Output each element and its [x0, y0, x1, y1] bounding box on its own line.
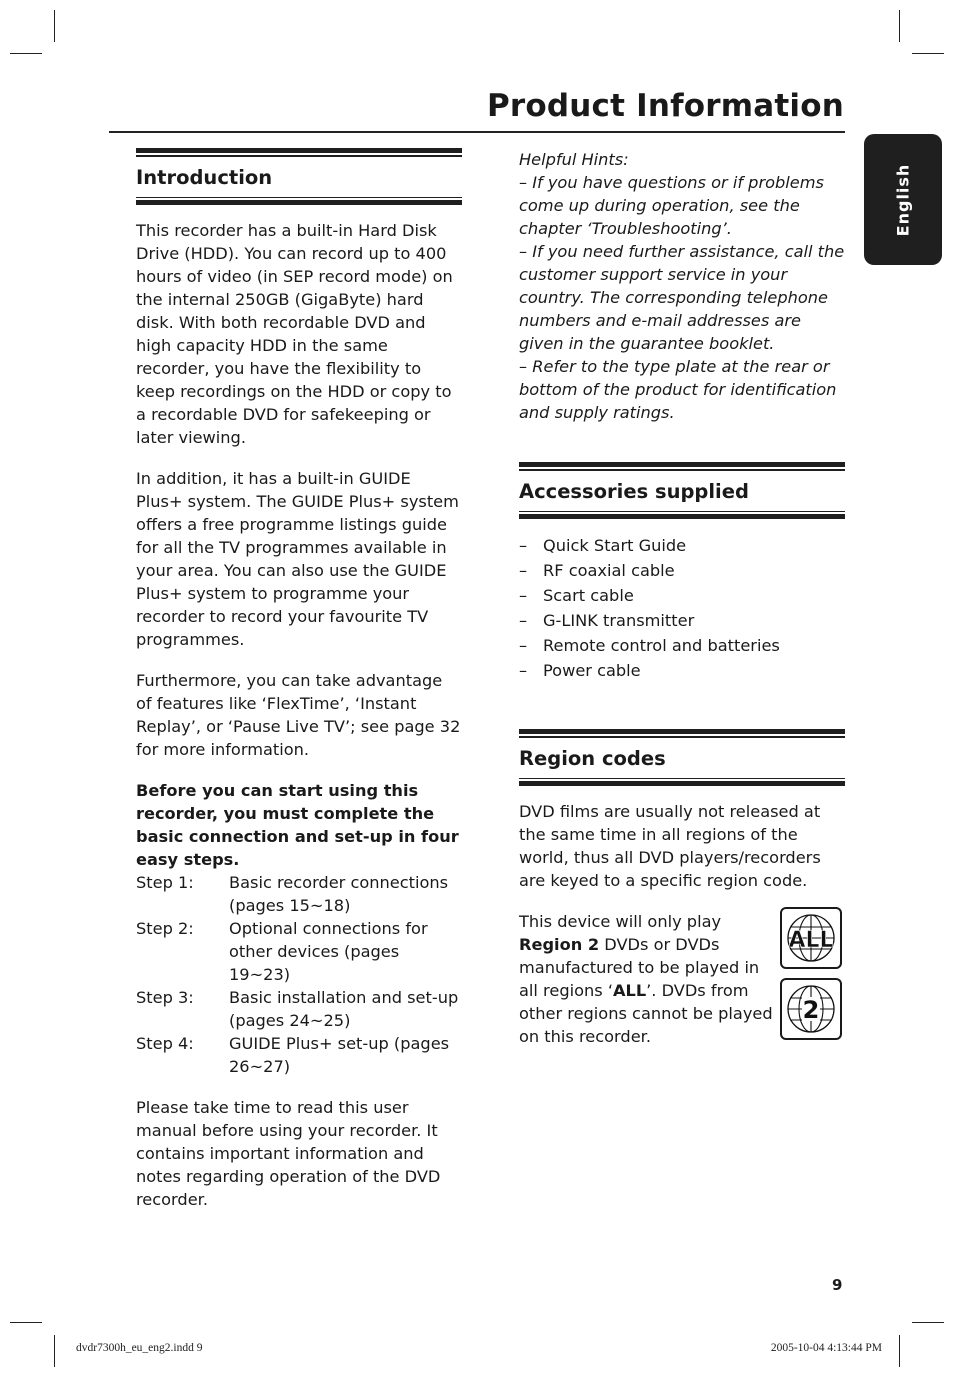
- heading-rule: [519, 510, 845, 512]
- right-column: Helpful Hints: – If you have questions o…: [519, 148, 845, 1048]
- heading-rule: [136, 200, 462, 205]
- hints-title: Helpful Hints:: [519, 150, 629, 169]
- dash: –: [519, 536, 528, 555]
- region-all-icon: ALL: [780, 907, 842, 969]
- accessory-item: – Power cable: [519, 658, 845, 683]
- page-title: Product Information: [486, 88, 844, 124]
- step-text: Optional connections for other devices (…: [229, 919, 428, 984]
- accessories-heading: Accessories supplied: [519, 479, 749, 503]
- crop-mark: [54, 1335, 55, 1367]
- step-label: Step 4:: [136, 1034, 194, 1053]
- step-label: Step 2:: [136, 919, 194, 938]
- setup-notice: Before you can start using this recorder…: [136, 781, 459, 869]
- hint-item: – Refer to the type plate at the rear or…: [519, 357, 837, 422]
- hint-item: – If you have questions or if problems c…: [519, 173, 824, 238]
- region-text: This device will only play Region 2 DVDs…: [519, 910, 774, 1048]
- accessories-list: – Quick Start Guide – RF coaxial cable – Sc…: [519, 533, 845, 683]
- step-item: Step 2: Optional connections for other d…: [136, 917, 462, 986]
- step-text: Basic recorder connections (pages 15~18): [229, 873, 449, 915]
- heading-rule: [519, 514, 845, 519]
- slug-filename: dvdr7300h_eu_eng2.indd 9: [76, 1342, 203, 1354]
- dash: –: [519, 561, 528, 580]
- accessory-label: Scart cable: [543, 586, 634, 605]
- accessory-label: G-LINK transmitter: [543, 611, 695, 630]
- accessory-label: RF coaxial cable: [543, 561, 675, 580]
- accessory-item: – Scart cable: [519, 583, 845, 608]
- crop-mark: [10, 1322, 42, 1323]
- language-tab: English: [864, 134, 942, 265]
- accessories-heading-block: Accessories supplied: [519, 462, 845, 519]
- step-item: Step 4: GUIDE Plus+ set-up (pages 26~27): [136, 1032, 462, 1078]
- step-label: Step 3:: [136, 988, 194, 1007]
- closing-paragraph: Please take time to read this user manua…: [136, 1098, 441, 1209]
- left-column: Introduction This recorder has a built-i…: [136, 148, 462, 1229]
- step-item: Step 1: Basic recorder connections (page…: [136, 871, 462, 917]
- region-info: This device will only play Region 2 DVDs…: [519, 907, 845, 1048]
- heading-rule: [136, 196, 462, 198]
- title-rule: [109, 131, 845, 133]
- crop-mark: [10, 53, 42, 54]
- region-all-emphasis: ALL: [612, 981, 647, 1000]
- region-intro: DVD films are usually not released at th…: [519, 802, 821, 890]
- dash: –: [519, 636, 528, 655]
- heading-rule: [519, 729, 845, 734]
- accessory-label: Power cable: [543, 661, 641, 680]
- introduction-heading-block: Introduction: [136, 148, 462, 205]
- step-text: Basic installation and set-up (pages 24~…: [229, 988, 459, 1030]
- accessory-item: – Remote control and batteries: [519, 633, 845, 658]
- heading-rule: [519, 781, 845, 786]
- region-text-part: This device will only play: [519, 912, 722, 931]
- crop-mark: [54, 10, 55, 42]
- setup-steps: Step 1: Basic recorder connections (page…: [136, 871, 462, 1078]
- region-heading-block: Region codes: [519, 729, 845, 786]
- crop-mark: [899, 1335, 900, 1367]
- dash: –: [519, 611, 528, 630]
- heading-rule: [136, 148, 462, 153]
- page-number: 9: [832, 1276, 843, 1294]
- slug-timestamp: 2005-10-04 4:13:44 PM: [770, 1342, 882, 1354]
- region-2-label: 2: [803, 996, 820, 1024]
- crop-mark: [912, 53, 944, 54]
- region-2-icon: 2: [780, 978, 842, 1040]
- language-tab-label: English: [893, 163, 913, 236]
- accessory-label: Quick Start Guide: [543, 536, 687, 555]
- accessory-label: Remote control and batteries: [543, 636, 780, 655]
- hint-item: – If you need further assistance, call t…: [519, 242, 845, 353]
- region-2-emphasis: Region 2: [519, 935, 600, 954]
- dash: –: [519, 586, 528, 605]
- step-text: GUIDE Plus+ set-up (pages 26~27): [229, 1034, 450, 1076]
- introduction-heading: Introduction: [136, 165, 273, 189]
- intro-paragraph: Furthermore, you can take advantage of f…: [136, 671, 461, 759]
- step-item: Step 3: Basic installation and set-up (p…: [136, 986, 462, 1032]
- region-all-label: ALL: [788, 928, 833, 953]
- accessory-item: – Quick Start Guide: [519, 533, 845, 558]
- step-label: Step 1:: [136, 873, 194, 892]
- accessory-item: – RF coaxial cable: [519, 558, 845, 583]
- intro-paragraph: This recorder has a built-in Hard Disk D…: [136, 221, 453, 447]
- heading-rule: [519, 777, 845, 779]
- heading-rule: [519, 462, 845, 467]
- crop-mark: [912, 1322, 944, 1323]
- crop-mark: [899, 10, 900, 42]
- accessory-item: – G-LINK transmitter: [519, 608, 845, 633]
- dash: –: [519, 661, 528, 680]
- intro-paragraph: In addition, it has a built-in GUIDE Plu…: [136, 469, 459, 649]
- helpful-hints: Helpful Hints: – If you have questions o…: [519, 148, 845, 424]
- region-heading: Region codes: [519, 746, 666, 770]
